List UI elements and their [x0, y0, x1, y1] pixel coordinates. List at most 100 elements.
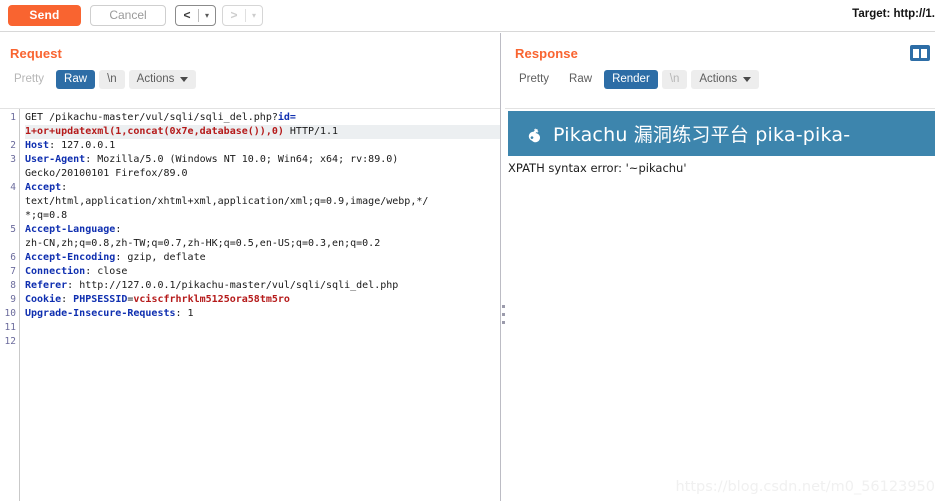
tab-label: \n — [669, 73, 680, 85]
history-forward-button[interactable]: > ▾ — [222, 5, 263, 26]
code-text: : close — [85, 266, 128, 277]
code-line[interactable]: Accept: — [25, 181, 500, 195]
code-line[interactable]: User-Agent: Mozilla/5.0 (Windows NT 10.0… — [25, 153, 500, 167]
code-line[interactable]: Cookie: PHPSESSID=vciscfrhrklm5125ora58t… — [25, 293, 500, 307]
xpath-error-text: XPATH syntax error: '~pikachu' — [508, 161, 687, 175]
line-number: 5 — [10, 224, 16, 235]
request-raw-text[interactable]: GET /pikachu-master/vul/sqli/sqli_del.ph… — [20, 109, 500, 501]
cancel-button[interactable]: Cancel — [90, 5, 166, 26]
line-number — [0, 195, 19, 209]
request-editor[interactable]: 1 2 3 4 5 6 7 8 9 10 11 12 GET /pikachu-master/vul/… — [0, 108, 500, 501]
code-text: : — [61, 182, 68, 193]
back-arrow-icon: < — [183, 8, 191, 22]
tab-label: \n — [107, 73, 117, 85]
request-tabbar: Pretty Raw \n Actions — [0, 61, 500, 89]
response-panel: Response Pretty Raw Render \n Actions Pikach… — [505, 33, 935, 501]
header-name: Accept-Encoding — [25, 252, 116, 263]
line-number-gutter: 1 2 3 4 5 6 7 8 9 10 11 12 — [0, 109, 20, 501]
code-text: : — [61, 294, 74, 305]
forward-arrow-icon: > — [230, 8, 238, 22]
code-text: zh-CN,zh;q=0.8,zh-TW;q=0.7,zh-HK;q=0.5,e… — [25, 238, 381, 249]
tab-label: Pretty — [519, 73, 550, 85]
response-tab-render[interactable]: Render — [604, 70, 658, 89]
tab-label: Raw — [64, 73, 88, 85]
tab-label: Pretty — [14, 73, 45, 85]
chevron-down-icon: ▾ — [204, 11, 209, 20]
line-number: 10 — [4, 308, 16, 319]
header-name: Cookie — [25, 294, 62, 305]
pikachu-banner-title: Pikachu 漏洞练习平台 pika-pika- — [553, 124, 851, 146]
code-line[interactable]: Gecko/20100101 Firefox/89.0 — [25, 167, 500, 181]
top-toolbar: Send Cancel < ▾ > ▾ Target: http://1. — [0, 0, 935, 32]
code-text: : http://127.0.0.1/pikachu-master/vul/sq… — [67, 280, 399, 291]
line-number: 8 — [10, 280, 16, 291]
response-title: Response — [515, 46, 578, 61]
response-render-view: Pikachu 漏洞练习平台 pika-pika- XPATH syntax e… — [505, 108, 935, 501]
layout-toggle-icon[interactable] — [910, 45, 930, 61]
line-number — [0, 125, 19, 139]
line-number: 7 — [10, 266, 16, 277]
line-number: 6 — [10, 252, 16, 263]
header-name: PHPSESSID — [73, 294, 128, 305]
code-line[interactable]: Accept-Encoding: gzip, deflate — [25, 251, 500, 265]
header-name: Referer — [25, 280, 68, 291]
request-tab-pretty[interactable]: Pretty — [6, 70, 52, 89]
response-tab-pretty[interactable]: Pretty — [511, 70, 557, 89]
code-text: Gecko/20100101 Firefox/89.0 — [25, 168, 188, 179]
code-line[interactable]: Accept-Language: — [25, 223, 500, 237]
send-button[interactable]: Send — [8, 5, 81, 26]
code-text: text/html,application/xhtml+xml,applicat… — [25, 196, 429, 207]
tab-label: Raw — [569, 73, 593, 85]
code-line[interactable]: zh-CN,zh;q=0.8,zh-TW;q=0.7,zh-HK;q=0.5,e… — [25, 237, 500, 251]
watermark: https://blog.csdn.net/m0_56123950 — [675, 479, 935, 495]
header-name: id= — [277, 112, 296, 123]
header-name: Connection — [25, 266, 86, 277]
response-tab-raw[interactable]: Raw — [561, 70, 600, 89]
response-tab-n[interactable]: \n — [661, 70, 688, 89]
code-line[interactable]: GET /pikachu-master/vul/sqli/sqli_del.ph… — [25, 111, 500, 125]
code-text: HTTP/1.1 — [283, 126, 339, 137]
line-number: 1 — [10, 112, 16, 123]
code-line[interactable]: text/html,application/xhtml+xml,applicat… — [25, 195, 500, 209]
line-number: 4 — [10, 182, 16, 193]
response-tabbar: Pretty Raw Render \n Actions — [505, 61, 935, 89]
code-line[interactable]: Host: 127.0.0.1 — [25, 139, 500, 153]
request-tab-raw[interactable]: Raw — [56, 70, 96, 89]
history-back-button[interactable]: < ▾ — [175, 5, 216, 26]
request-tab-n[interactable]: \n — [99, 70, 125, 89]
code-text: : 127.0.0.1 — [49, 140, 116, 151]
injected-payload: 1+or+updatexml(1,concat(0x7e,database())… — [25, 126, 284, 137]
code-line[interactable]: *;q=0.8 — [25, 209, 500, 223]
header-name: Upgrade-Insecure-Requests — [25, 308, 176, 319]
code-text: : — [115, 224, 122, 235]
line-number — [0, 237, 19, 251]
request-panel: Request Pretty Raw \n Actions 1 2 3 4 5 6 7 8 9 10 11… — [0, 33, 500, 501]
target-label: Target: http://1. — [852, 8, 935, 20]
tab-label: Actions — [136, 73, 175, 85]
line-number: 2 — [10, 140, 16, 151]
code-line[interactable] — [25, 335, 500, 349]
line-number — [0, 209, 19, 223]
code-line[interactable]: 1+or+updatexml(1,concat(0x7e,database())… — [25, 125, 500, 139]
request-tab-actions[interactable]: Actions — [128, 70, 197, 89]
key-icon — [528, 127, 541, 142]
code-line[interactable] — [25, 321, 500, 335]
line-number: 9 — [10, 294, 16, 305]
request-title: Request — [10, 46, 62, 61]
code-text: *;q=0.8 — [25, 210, 68, 221]
code-line[interactable]: Connection: close — [25, 265, 500, 279]
tab-label: Render — [612, 73, 650, 85]
code-line[interactable]: Upgrade-Insecure-Requests: 1 — [25, 307, 500, 321]
burp-repeater-window: Send Cancel < ▾ > ▾ Target: http://1. Re… — [0, 0, 935, 501]
code-text: : gzip, deflate — [115, 252, 206, 263]
line-number — [0, 167, 19, 181]
injected-payload: vciscfrhrklm5125ora58tm5ro — [133, 294, 290, 305]
line-number: 12 — [4, 336, 16, 347]
chevron-down-icon — [180, 77, 189, 82]
code-text: GET /pikachu-master/vul/sqli/sqli_del.ph… — [25, 112, 278, 123]
line-number: 11 — [4, 322, 16, 333]
code-line[interactable]: Referer: http://127.0.0.1/pikachu-master… — [25, 279, 500, 293]
header-name: Accept — [25, 182, 62, 193]
response-tab-actions[interactable]: Actions — [691, 70, 760, 89]
code-text: : 1 — [175, 308, 194, 319]
